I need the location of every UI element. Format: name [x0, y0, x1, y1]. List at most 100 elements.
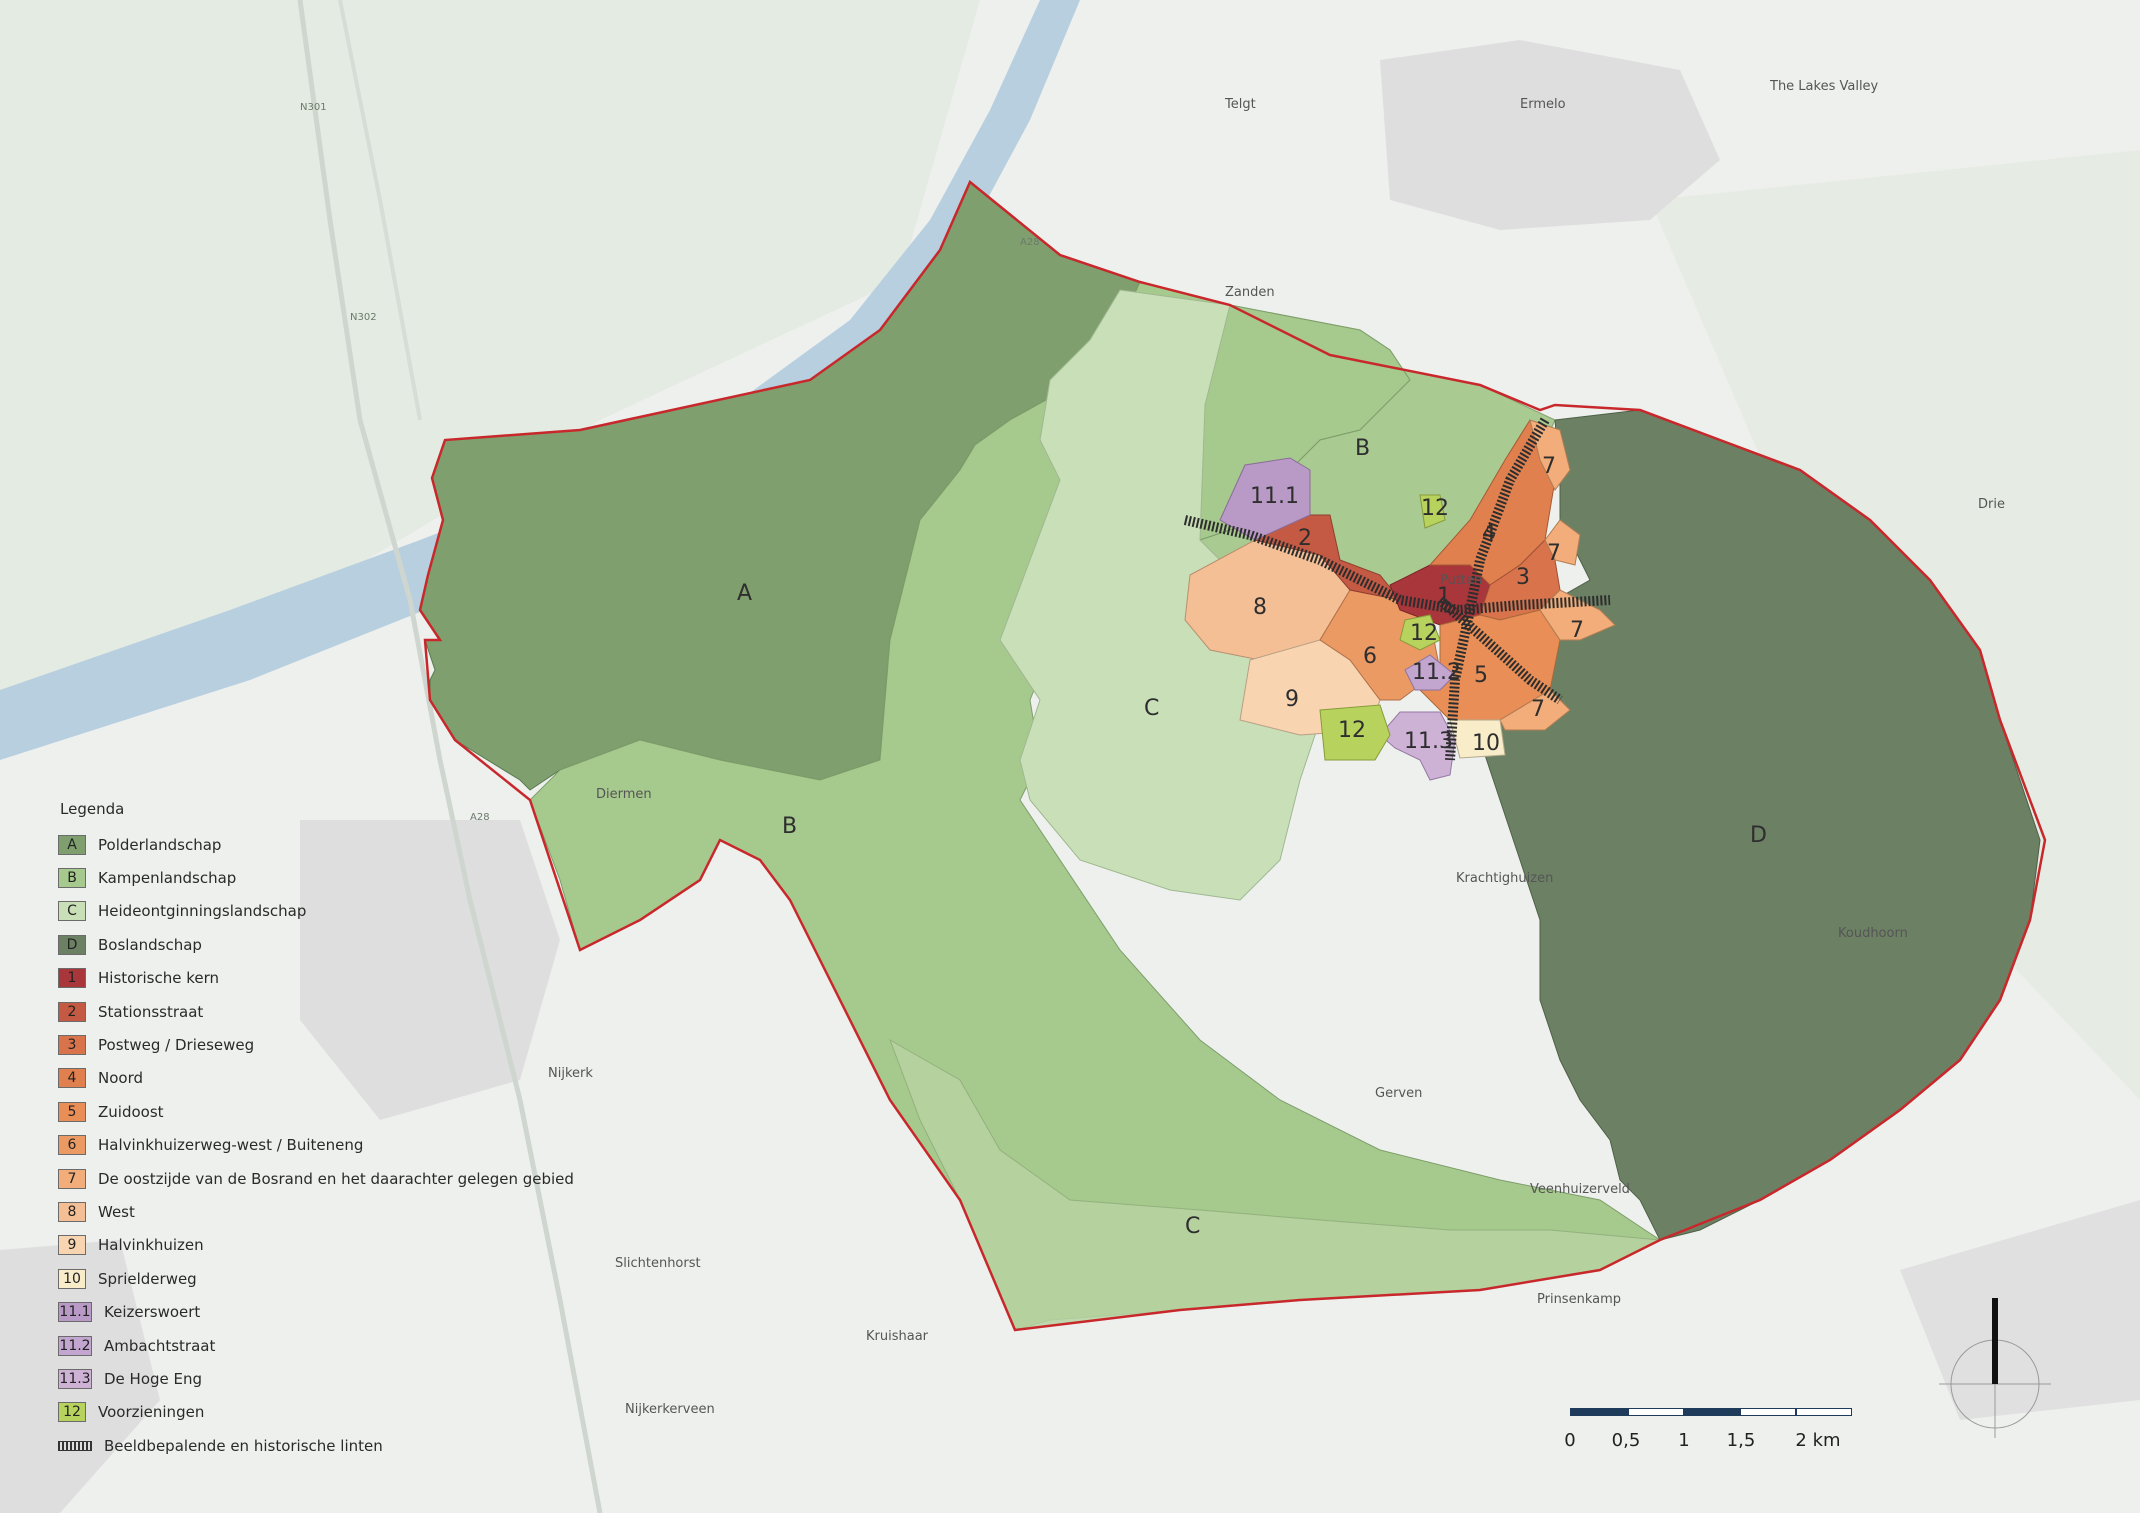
legend-swatch-11-2: 11.2 [58, 1335, 92, 1356]
label-B-west: B [782, 814, 797, 839]
legend-row-7: 7 De oostzijde van de Bosrand en het daar… [58, 1162, 618, 1195]
legend-label-6: Halvinkhuizerweg-west / Buiteneng [98, 1136, 364, 1155]
place-the-lakes-valley: The Lakes Valley [1769, 79, 1879, 94]
label-11-3: 11.3 [1404, 729, 1453, 754]
hatch-swatch [58, 1440, 92, 1451]
legend-swatch-9: 9 [58, 1235, 86, 1256]
label-12c: 12 [1421, 496, 1449, 521]
scale-seg-5 [1796, 1408, 1852, 1416]
legend-swatch-10: 10 [58, 1268, 86, 1289]
legend-row-8: 8 West [58, 1195, 618, 1228]
place-gerven: Gerven [1375, 1086, 1422, 1101]
scale-seg-4 [1740, 1408, 1796, 1416]
label-10: 10 [1472, 731, 1500, 756]
place-telgt: Telgt [1224, 97, 1256, 112]
scale-tick-3: 1,5 [1726, 1430, 1756, 1451]
legend-row-3: 3 Postweg / Drieseweg [58, 1028, 618, 1061]
legend-row-5: 5 Zuidoost [58, 1095, 618, 1128]
road-label-n301: N301 [300, 102, 327, 113]
legend-label-C: Heideontginningslandschap [98, 902, 307, 921]
label-12a: 12 [1338, 718, 1366, 743]
legend-label-D: Boslandschap [98, 935, 202, 954]
legend-swatch-6: 6 [58, 1135, 86, 1156]
place-veenhuizerveld: Veenhuizerveld [1530, 1182, 1630, 1197]
label-11-2: 11.2 [1412, 660, 1461, 685]
legend-label-4: Noord [98, 1069, 143, 1088]
place-krachtighuizen: Krachtighuizen [1456, 871, 1553, 886]
place-nijkerkerveen: Nijkerkerveen [625, 1402, 715, 1417]
legend-swatch-4: 4 [58, 1068, 86, 1089]
legend-swatch-8: 8 [58, 1201, 86, 1222]
place-koudhoorn: Koudhoorn [1838, 926, 1908, 941]
scale-tick-1: 0,5 [1611, 1430, 1641, 1451]
legend-swatch-2: 2 [58, 1001, 86, 1022]
scale-tick-0: 0 [1564, 1430, 1576, 1451]
legend-title: Legenda [60, 800, 125, 818]
legend-row-10: 10 Sprielderweg [58, 1262, 618, 1295]
legend-label-11-3: De Hoge Eng [104, 1369, 203, 1388]
label-2: 2 [1298, 526, 1312, 551]
scale-bar: 0 0,5 1 1,5 2 km [1560, 1408, 1860, 1468]
legend-swatch-11-1: 11.1 [58, 1302, 92, 1323]
legend-row-B: B Kampenlandschap [58, 861, 618, 894]
place-ermelo: Ermelo [1520, 97, 1566, 112]
label-7a: 7 [1542, 454, 1556, 479]
road-label-a28-1: A28 [1020, 237, 1040, 248]
label-6: 6 [1363, 644, 1377, 669]
legend-label-2: Stationsstraat [98, 1002, 204, 1021]
label-4: 4 [1482, 521, 1496, 546]
legend-label-11-1: Keizerswoert [104, 1303, 201, 1322]
label-7c: 7 [1570, 618, 1584, 643]
label-3: 3 [1516, 565, 1530, 590]
label-C-south: C [1185, 1214, 1200, 1239]
legend-label-5: Zuidoost [98, 1102, 164, 1121]
legend-label-historic-ribbons: Beeldbepalende en historische linten [104, 1436, 383, 1455]
legend-label-10: Sprielderweg [98, 1269, 197, 1288]
legend-swatch-A: A [58, 834, 86, 855]
legend-row-4: 4 Noord [58, 1062, 618, 1095]
legend-label-B: Kampenlandschap [98, 869, 237, 888]
label-7b: 7 [1547, 541, 1561, 566]
legend-swatch-B: B [58, 868, 86, 889]
scale-seg-3 [1684, 1408, 1740, 1416]
legend-label-3: Postweg / Drieseweg [98, 1036, 255, 1055]
legend-label-8: West [98, 1202, 135, 1221]
place-slichtenhorst: Slichtenhorst [615, 1256, 701, 1271]
label-D: D [1750, 823, 1767, 848]
legend: Legenda A Polderlandschap B Kampenlandschap… [58, 800, 618, 1462]
legend-rows: A Polderlandschap B Kampenlandschap C Heideon… [58, 828, 618, 1429]
legend-label-11-2: Ambachtstraat [104, 1336, 216, 1355]
legend-swatch-C: C [58, 901, 86, 922]
label-11-1: 11.1 [1250, 484, 1299, 509]
legend-swatch-3: 3 [58, 1035, 86, 1056]
place-prinsenkamp: Prinsenkamp [1537, 1292, 1621, 1307]
label-B-north: B [1355, 436, 1370, 461]
label-12b: 12 [1410, 621, 1438, 646]
scale-tick-2: 1 [1678, 1430, 1690, 1451]
place-putten: Putten [1440, 573, 1482, 588]
label-5: 5 [1474, 663, 1488, 688]
legend-swatch-1: 1 [58, 968, 86, 989]
label-C-mid: C [1144, 696, 1159, 721]
legend-label-9: Halvinkhuizen [98, 1236, 204, 1255]
legend-row-12: 12 Voorzieningen [58, 1396, 618, 1429]
legend-row-11-3: 11.3 De Hoge Eng [58, 1362, 618, 1395]
label-8: 8 [1253, 595, 1267, 620]
legend-label-12: Voorzieningen [98, 1403, 205, 1422]
legend-label-1: Historische kern [98, 969, 220, 988]
label-7d: 7 [1531, 697, 1545, 722]
legend-row-C: C Heideontginningslandschap [58, 895, 618, 928]
legend-swatch-11-3: 11.3 [58, 1368, 92, 1389]
legend-label-7: De oostzijde van de Bosrand en het daara… [98, 1169, 574, 1188]
urban-ermelo [1380, 40, 1720, 230]
legend-row-D: D Boslandschap [58, 928, 618, 961]
legend-row-11-2: 11.2 Ambachtstraat [58, 1329, 618, 1362]
place-zanden: Zanden [1225, 285, 1275, 300]
scale-seg-1 [1570, 1408, 1628, 1416]
legend-swatch-D: D [58, 934, 86, 955]
legend-row-11-1: 11.1 Keizerswoert [58, 1295, 618, 1328]
legend-row-2: 2 Stationsstraat [58, 995, 618, 1028]
label-A: A [737, 581, 752, 606]
place-kruishaar: Kruishaar [866, 1329, 929, 1344]
label-9: 9 [1285, 687, 1299, 712]
